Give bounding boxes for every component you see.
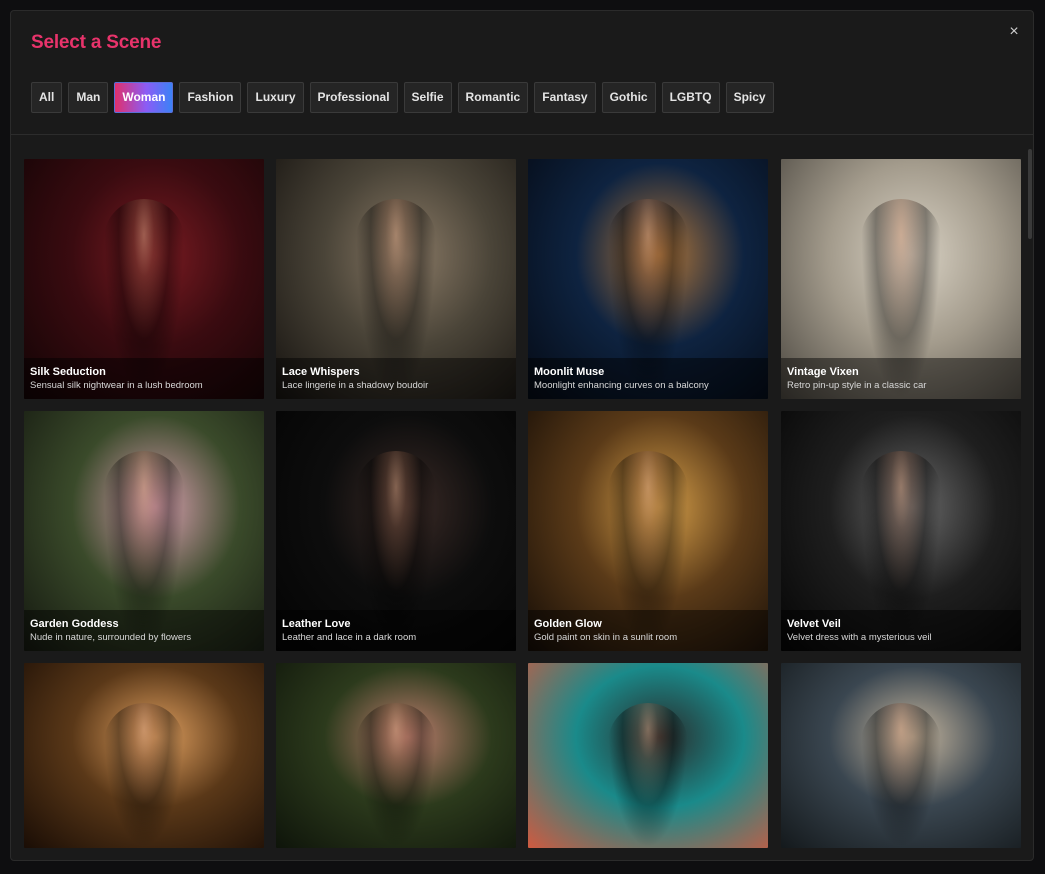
close-icon[interactable]: × <box>1005 23 1023 41</box>
category-filter-bar: All Man Woman Fashion Luxury Professional Self… <box>31 82 774 113</box>
scene-card[interactable] <box>781 663 1021 848</box>
scene-name: Leather Love <box>282 618 351 630</box>
scene-name: Garden Goddess <box>30 618 119 630</box>
scene-card[interactable]: Moonlit Muse Moonlight enhancing curves o… <box>528 159 768 399</box>
scene-caption: Moonlit Muse Moonlight enhancing curves o… <box>528 358 768 399</box>
scene-caption: Garden Goddess Nude in nature, surrounded… <box>24 610 264 651</box>
scene-name: Golden Glow <box>534 618 602 630</box>
filter-chip-professional[interactable]: Professional <box>309 82 398 113</box>
scene-card[interactable] <box>24 663 264 848</box>
filter-chip-all[interactable]: All <box>31 82 63 113</box>
scrollbar-thumb[interactable] <box>1028 149 1032 239</box>
scene-card[interactable]: Golden Glow Gold paint on skin in a sunli… <box>528 411 768 651</box>
filter-chip-woman[interactable]: Woman <box>114 82 174 113</box>
scene-card[interactable]: Silk Seduction Sensual silk nightwear in … <box>24 159 264 399</box>
portrait-figure <box>104 703 184 848</box>
modal-title: Select a Scene <box>31 32 162 53</box>
scene-caption: Lace Whispers Lace lingerie in a shadowy … <box>276 358 516 399</box>
scene-caption: Vintage Vixen Retro pin-up style in a cla… <box>781 358 1021 399</box>
filter-chip-fantasy[interactable]: Fantasy <box>534 82 596 113</box>
scene-description: Retro pin-up style in a classic car <box>787 380 927 391</box>
scene-card[interactable]: Vintage Vixen Retro pin-up style in a cla… <box>781 159 1021 399</box>
scene-caption: Leather Love Leather and lace in a dark r… <box>276 610 516 651</box>
scene-card[interactable]: Lace Whispers Lace lingerie in a shadowy … <box>276 159 516 399</box>
scene-description: Moonlight enhancing curves on a balcony <box>534 380 709 391</box>
scene-select-modal: Select a Scene × All Man Woman Fashion Luxur… <box>10 10 1034 861</box>
scene-card[interactable]: Garden Goddess Nude in nature, surrounded… <box>24 411 264 651</box>
scene-name: Vintage Vixen <box>787 366 859 378</box>
filter-chip-selfie[interactable]: Selfie <box>403 82 452 113</box>
scene-description: Lace lingerie in a shadowy boudoir <box>282 380 429 391</box>
scene-caption: Golden Glow Gold paint on skin in a sunli… <box>528 610 768 651</box>
scene-caption: Velvet Veil Velvet dress with a mysteriou… <box>781 610 1021 651</box>
filter-chip-spicy[interactable]: Spicy <box>725 82 774 113</box>
scene-name: Velvet Veil <box>787 618 841 630</box>
scene-description: Leather and lace in a dark room <box>282 632 417 643</box>
filter-chip-romantic[interactable]: Romantic <box>457 82 529 113</box>
scene-caption: Silk Seduction Sensual silk nightwear in … <box>24 358 264 399</box>
header-divider <box>11 134 1033 135</box>
filter-chip-lgbtq[interactable]: LGBTQ <box>661 82 720 113</box>
scene-card[interactable]: Velvet Veil Velvet dress with a mysteriou… <box>781 411 1021 651</box>
scene-description: Velvet dress with a mysterious veil <box>787 632 932 643</box>
portrait-figure <box>608 703 688 848</box>
filter-chip-luxury[interactable]: Luxury <box>247 82 304 113</box>
portrait-figure <box>356 703 436 848</box>
scene-description: Gold paint on skin in a sunlit room <box>534 632 678 643</box>
scene-name: Lace Whispers <box>282 366 360 378</box>
scene-description: Nude in nature, surrounded by flowers <box>30 632 192 643</box>
scene-name: Moonlit Muse <box>534 366 605 378</box>
scene-card[interactable] <box>528 663 768 848</box>
filter-chip-gothic[interactable]: Gothic <box>601 82 656 113</box>
scene-description: Sensual silk nightwear in a lush bedroom <box>30 380 203 391</box>
scene-card[interactable] <box>276 663 516 848</box>
portrait-figure <box>861 703 941 848</box>
scene-name: Silk Seduction <box>30 366 106 378</box>
filter-chip-fashion[interactable]: Fashion <box>179 82 242 113</box>
scene-card[interactable]: Leather Love Leather and lace in a dark r… <box>276 411 516 651</box>
filter-chip-man[interactable]: Man <box>68 82 109 113</box>
